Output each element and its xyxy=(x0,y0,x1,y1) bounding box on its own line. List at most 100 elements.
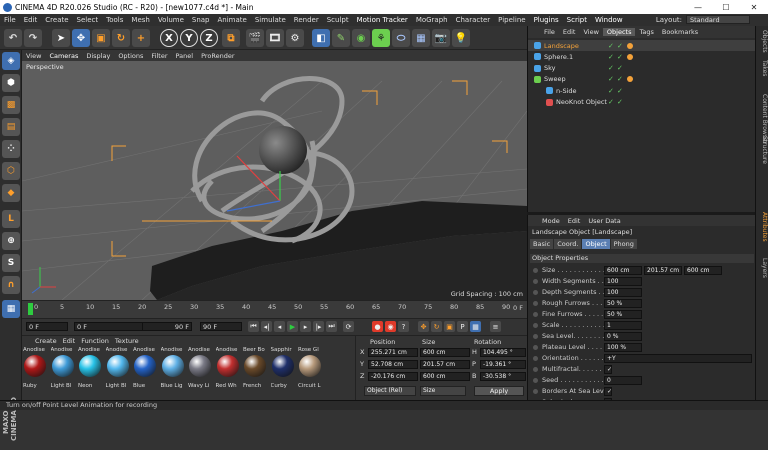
model-mode-icon[interactable]: ⬢ xyxy=(2,74,20,92)
menu-item-pipeline[interactable]: Pipeline xyxy=(494,16,529,24)
keyframe-dot-icon[interactable] xyxy=(533,279,538,284)
visibility-check-icon[interactable]: ✓ xyxy=(608,87,614,95)
menu-item-snap[interactable]: Snap xyxy=(188,16,214,24)
timeline-ruler[interactable]: 0 5 10 15 20 25 30 35 40 45 50 55 60 65 70 75 80 85 90 xyxy=(28,303,519,315)
keyframe-dot-icon[interactable] xyxy=(533,356,538,361)
material-menu-texture[interactable]: Texture xyxy=(112,337,142,345)
coordinate-mode-dropdown[interactable]: Object (Rel) xyxy=(364,386,416,396)
end-frame-field[interactable]: 90 F xyxy=(142,322,192,331)
workplane-icon[interactable]: ▤ xyxy=(2,118,20,136)
object-menu-file[interactable]: File xyxy=(540,28,559,36)
object-row-landscape[interactable]: Landscape ✓ ✓ xyxy=(528,40,756,51)
render-check-icon[interactable]: ✓ xyxy=(617,87,623,95)
attribute-menu-user-data[interactable]: User Data xyxy=(584,217,624,225)
menu-item-character[interactable]: Character xyxy=(452,16,495,24)
material-swatch[interactable]: Anodise Light Bl xyxy=(51,347,77,399)
material-menu-edit[interactable]: Edit xyxy=(60,337,79,345)
camera-icon[interactable]: 📷 xyxy=(432,29,450,47)
property-field[interactable]: 600 cm xyxy=(604,266,642,275)
menu-item-volume[interactable]: Volume xyxy=(154,16,188,24)
tab-coord[interactable]: Coord. xyxy=(554,239,582,249)
next-frame-icon[interactable]: ▸ xyxy=(300,321,311,332)
material-swatch[interactable]: Anodise Light Bl xyxy=(106,347,132,399)
record-keys-icon[interactable]: ● xyxy=(372,321,383,332)
render-check-icon[interactable]: ✓ xyxy=(617,42,623,50)
record-scale-icon[interactable]: ▣ xyxy=(444,321,455,332)
keyframe-dot-icon[interactable] xyxy=(533,268,538,273)
loop-icon[interactable]: ⟳ xyxy=(343,321,354,332)
select-arrow-icon[interactable]: ➤ xyxy=(52,29,70,47)
edges-mode-icon[interactable]: ⬡ xyxy=(2,162,20,180)
render-picture-viewer-icon[interactable]: 🎞 xyxy=(266,29,284,47)
visibility-check-icon[interactable]: ✓ xyxy=(608,75,614,83)
magnet-icon[interactable]: ∩ xyxy=(2,276,20,294)
material-swatch[interactable]: Anodise Red Wh xyxy=(216,347,242,399)
render-check-icon[interactable]: ✓ xyxy=(617,53,623,61)
position-y-field[interactable]: 52.708 cm xyxy=(368,360,418,369)
menu-item-tools[interactable]: Tools xyxy=(102,16,127,24)
coordinate-system-icon[interactable]: ⧉ xyxy=(222,29,240,47)
tweak-mode-icon[interactable]: ⊕ xyxy=(2,232,20,250)
viewport-menu-prorender[interactable]: ProRender xyxy=(197,52,238,60)
sidetab-layers[interactable]: Layers xyxy=(757,258,768,278)
material-swatch[interactable]: Beer Bo French xyxy=(243,347,269,399)
viewport-menu-cameras[interactable]: Cameras xyxy=(45,52,82,60)
next-key-icon[interactable]: |▸ xyxy=(313,321,324,332)
property-field[interactable]: ✓ xyxy=(604,387,612,396)
tab-phong[interactable]: Phong xyxy=(610,239,637,249)
playhead[interactable] xyxy=(28,303,33,315)
sidetab-structure[interactable]: Structure xyxy=(757,136,768,164)
transform-tool-icon[interactable]: + xyxy=(132,29,150,47)
property-field[interactable]: 1 xyxy=(604,321,642,330)
record-rotation-icon[interactable]: ↻ xyxy=(431,321,442,332)
object-row-sky[interactable]: Sky ✓ ✓ xyxy=(528,63,756,74)
attribute-menu-edit[interactable]: Edit xyxy=(564,217,585,225)
object-row-neoknot-object[interactable]: NeoKnot Object ✓ ✓ xyxy=(528,97,756,108)
rotate-tool-icon[interactable]: ↻ xyxy=(112,29,130,47)
viewport-menu-filter[interactable]: Filter xyxy=(147,52,171,60)
go-to-start-icon[interactable]: ⏮ xyxy=(248,321,259,332)
property-field[interactable]: 0 xyxy=(604,376,642,385)
object-row-sphere-1[interactable]: Sphere.1 ✓ ✓ xyxy=(528,51,756,62)
object-row-sweep[interactable]: Sweep ✓ ✓ xyxy=(528,74,756,85)
material-tag-icon[interactable] xyxy=(627,76,633,83)
keyframe-dot-icon[interactable] xyxy=(533,378,538,383)
snap-icon[interactable]: S xyxy=(2,254,20,272)
timeline[interactable]: 0 5 10 15 20 25 30 35 40 45 50 55 60 65 70 75 80 85 90 0 F xyxy=(22,300,527,318)
menu-item-edit[interactable]: Edit xyxy=(20,16,42,24)
menu-item-select[interactable]: Select xyxy=(73,16,103,24)
polygons-mode-icon[interactable]: ◆ xyxy=(2,184,20,202)
viewport[interactable]: Perspective Grid Spacing : 100 cm xyxy=(22,61,527,300)
visibility-check-icon[interactable]: ✓ xyxy=(608,98,614,106)
keyframe-selection-icon[interactable]: ? xyxy=(398,321,409,332)
visibility-check-icon[interactable]: ✓ xyxy=(608,53,614,61)
menu-item-mesh[interactable]: Mesh xyxy=(127,16,153,24)
property-field[interactable]: 201.57 cm xyxy=(644,266,682,275)
keyframe-dot-icon[interactable] xyxy=(533,323,538,328)
keyframe-dot-icon[interactable] xyxy=(533,389,538,394)
property-field[interactable]: 600 cm xyxy=(684,266,722,275)
material-swatch[interactable]: Anodise Blue xyxy=(133,347,159,399)
y-axis-icon[interactable]: Y xyxy=(180,29,198,47)
tab-object[interactable]: Object xyxy=(582,239,610,249)
redo-icon[interactable]: ↷ xyxy=(24,29,42,47)
rotation-p-field[interactable]: -19.361 ° xyxy=(480,360,526,369)
keyframe-dot-icon[interactable] xyxy=(533,367,538,372)
make-editable-icon[interactable]: ◈ xyxy=(2,52,20,70)
property-field[interactable]: 50 % xyxy=(604,299,642,308)
menu-item-animate[interactable]: Animate xyxy=(214,16,251,24)
viewport-menu-options[interactable]: Options xyxy=(114,52,147,60)
property-field[interactable]: 100 xyxy=(604,288,642,297)
points-mode-icon[interactable]: ⁘ xyxy=(2,140,20,158)
maximize-icon[interactable]: ☐ xyxy=(712,0,740,14)
menu-item-create[interactable]: Create xyxy=(41,16,72,24)
viewport-menu-view[interactable]: View xyxy=(22,52,45,60)
axis-mode-icon[interactable]: L xyxy=(2,210,20,228)
rotation-h-field[interactable]: 104.495 ° xyxy=(480,348,526,357)
render-settings-icon[interactable]: ⚙ xyxy=(286,29,304,47)
close-icon[interactable]: ✕ xyxy=(740,0,768,14)
timeline-menu-icon[interactable]: ≡ xyxy=(490,321,501,332)
property-field[interactable]: 100 xyxy=(604,277,642,286)
deformer-icon[interactable]: ⚘ xyxy=(372,29,390,47)
position-x-field[interactable]: 255.271 cm xyxy=(368,348,418,357)
